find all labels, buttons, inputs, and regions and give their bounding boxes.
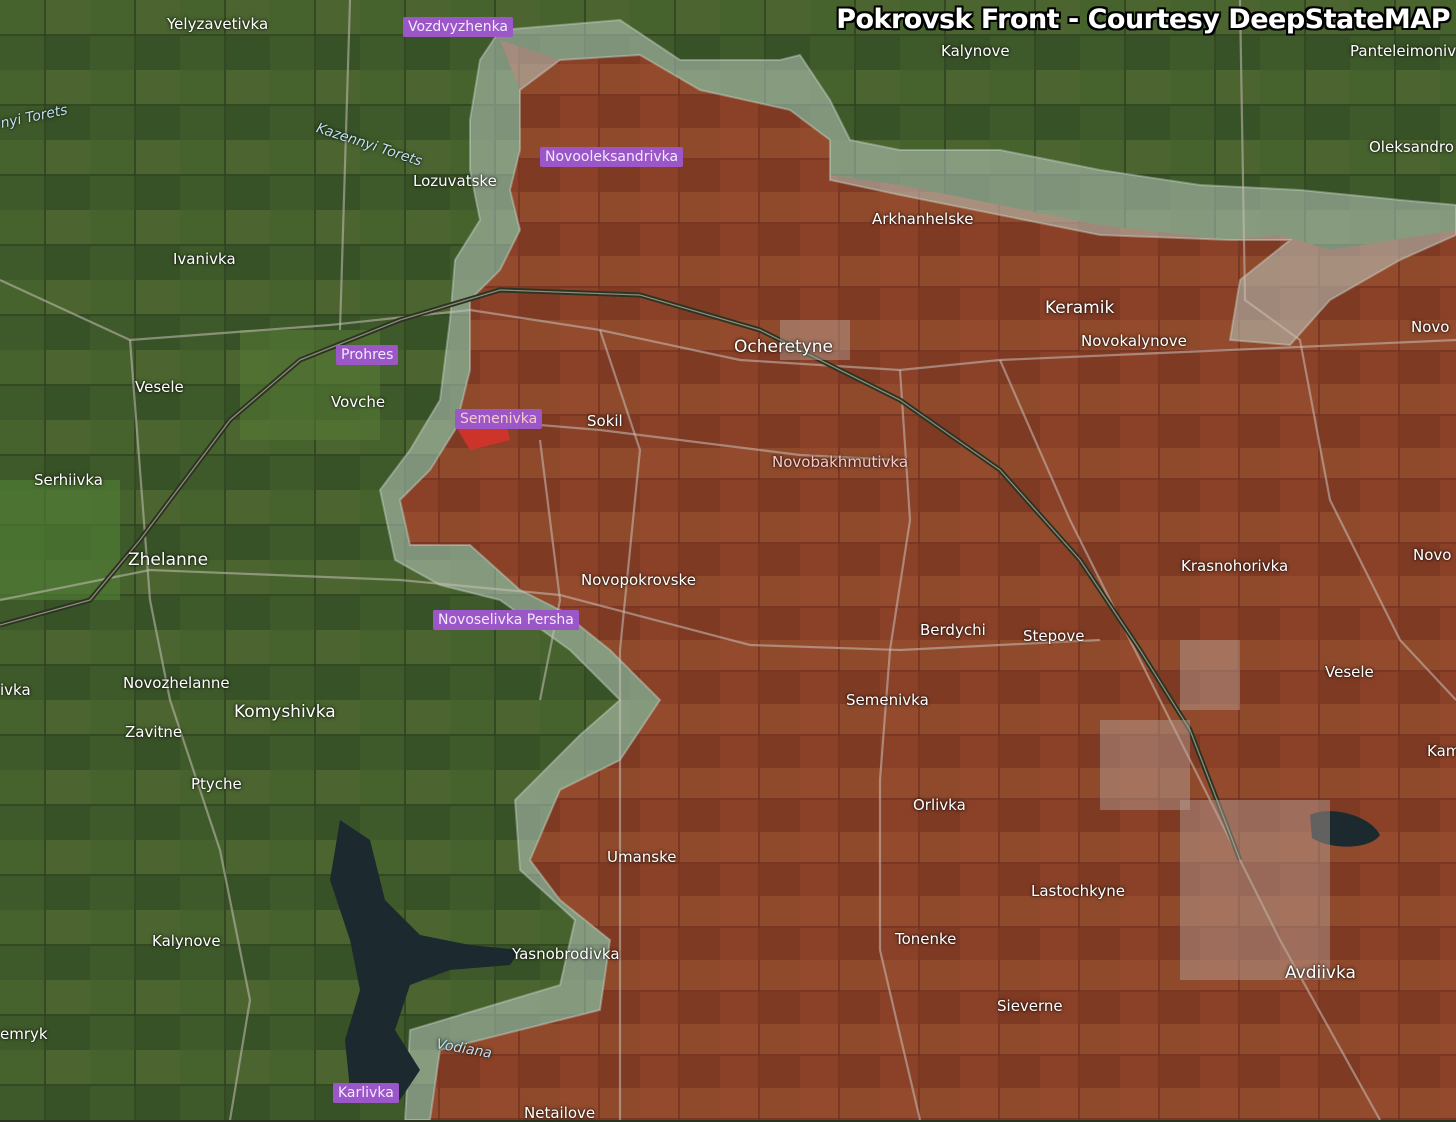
label-novo-east: Novo [1411, 318, 1450, 336]
label-vozdvyzhenka[interactable]: Vozdvyzhenka [403, 17, 514, 37]
label-umanske: Umanske [607, 848, 677, 866]
label-lozuvatske: Lozuvatske [413, 172, 497, 190]
label-zhelanne: Zhelanne [128, 550, 209, 570]
label-sieverne: Sieverne [997, 997, 1063, 1015]
label-vesele-east: Vesele [1325, 663, 1374, 681]
label-zavitne: Zavitne [125, 723, 183, 741]
label-yasnobrodivka: Yasnobrodivka [512, 945, 620, 963]
map-title: Pokrovsk Front - Courtesy DeepStateMAP [836, 4, 1450, 35]
label-novozhelanne: Novozhelanne [123, 674, 230, 692]
label-berdychi: Berdychi [920, 621, 986, 639]
label-oleksandropil: Oleksandro [1369, 138, 1454, 156]
label-semenivka-north[interactable]: Semenivka [455, 409, 543, 429]
label-avdiivka: Avdiivka [1285, 963, 1356, 983]
label-emryk: emryk [0, 1025, 48, 1043]
label-ptyche: Ptyche [191, 775, 242, 793]
label-sokil: Sokil [587, 412, 623, 430]
label-lastochkyne: Lastochkyne [1031, 882, 1125, 900]
label-yelyzavetivka: Yelyzavetivka [167, 15, 269, 33]
label-panteleimonivka: Panteleimonivk [1350, 42, 1456, 60]
label-krasnohorivka: Krasnohorivka [1181, 557, 1289, 575]
label-novobakhmutivka: Novobakhmutivka [772, 453, 909, 471]
label-komyshivka: Komyshivka [234, 702, 336, 722]
label-kalynove-south: Kalynove [152, 932, 221, 950]
label-prohres[interactable]: Prohres [336, 345, 399, 365]
label-karlivka[interactable]: Karlivka [333, 1083, 399, 1103]
label-ivka-west: ivka [0, 681, 31, 699]
label-kam-east: Kam [1427, 742, 1456, 760]
label-vesele-west: Vesele [135, 378, 184, 396]
label-ocheretyne: Ocheretyne [734, 337, 833, 357]
label-novoselivka-persha[interactable]: Novoselivka Persha [433, 610, 579, 630]
label-netailove: Netailove [524, 1104, 596, 1122]
label-orlivka: Orlivka [913, 796, 966, 814]
label-tonenke: Tonenke [895, 930, 957, 948]
label-novopokrovske: Novopokrovske [581, 571, 696, 589]
label-ivanivka: Ivanivka [173, 250, 236, 268]
label-kalynove-north: Kalynove [941, 42, 1010, 60]
label-novokalynove: Novokalynove [1081, 332, 1187, 350]
label-arkhanhelske: Arkhanhelske [872, 210, 974, 228]
label-novo-east-2: Novo [1413, 546, 1452, 564]
label-serhiivka: Serhiivka [34, 471, 103, 489]
label-keramik: Keramik [1045, 298, 1115, 318]
label-stepove: Stepove [1023, 627, 1085, 645]
label-novooleksandrivka[interactable]: Novooleksandrivka [540, 147, 684, 167]
label-vovche: Vovche [331, 393, 386, 411]
label-semenivka: Semenivka [846, 691, 929, 709]
